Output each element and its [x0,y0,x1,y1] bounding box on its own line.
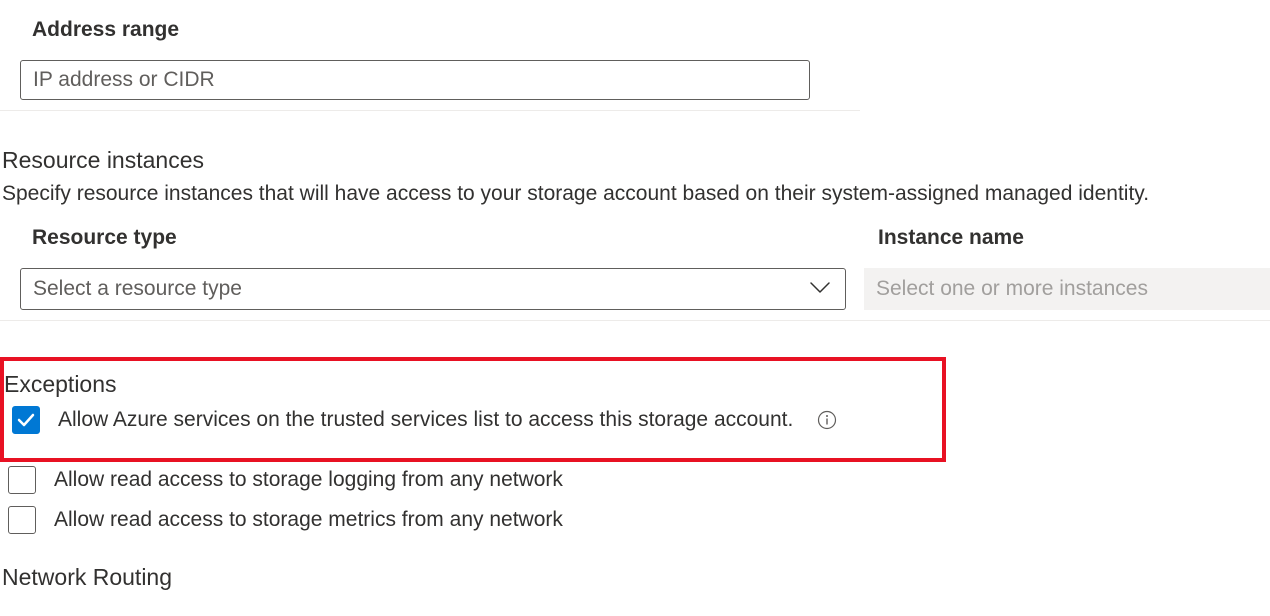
exception-label-0: Allow Azure services on the trusted serv… [58,408,793,432]
resource-type-select[interactable]: Select a resource type [20,268,846,310]
exception-checkbox-logging[interactable] [8,466,36,494]
chevron-down-icon [809,277,831,301]
resource-type-label: Resource type [0,226,846,250]
exception-row-0: Allow Azure services on the trusted serv… [4,406,942,434]
address-range-input[interactable] [20,60,810,100]
address-range-label: Address range [0,0,860,42]
exception-row-1: Allow read access to storage logging fro… [0,466,1270,494]
exception-label-2: Allow read access to storage metrics fro… [54,508,563,532]
resource-instances-title: Resource instances [0,147,1270,174]
instance-name-label: Instance name [864,226,1270,250]
exception-label-1: Allow read access to storage logging fro… [54,468,563,492]
exception-checkbox-trusted-services[interactable] [12,406,40,434]
resource-type-placeholder: Select a resource type [33,277,242,301]
exceptions-highlight: Exceptions Allow Azure services on the t… [0,357,946,462]
exceptions-title: Exceptions [4,371,942,398]
network-routing-title: Network Routing [0,564,1270,591]
exception-checkbox-metrics[interactable] [8,506,36,534]
exception-row-2: Allow read access to storage metrics fro… [0,506,1270,534]
instance-name-placeholder: Select one or more instances [876,277,1148,301]
info-icon[interactable] [817,410,837,430]
instance-name-select: Select one or more instances [864,268,1270,310]
resource-instances-desc: Specify resource instances that will hav… [0,182,1270,206]
